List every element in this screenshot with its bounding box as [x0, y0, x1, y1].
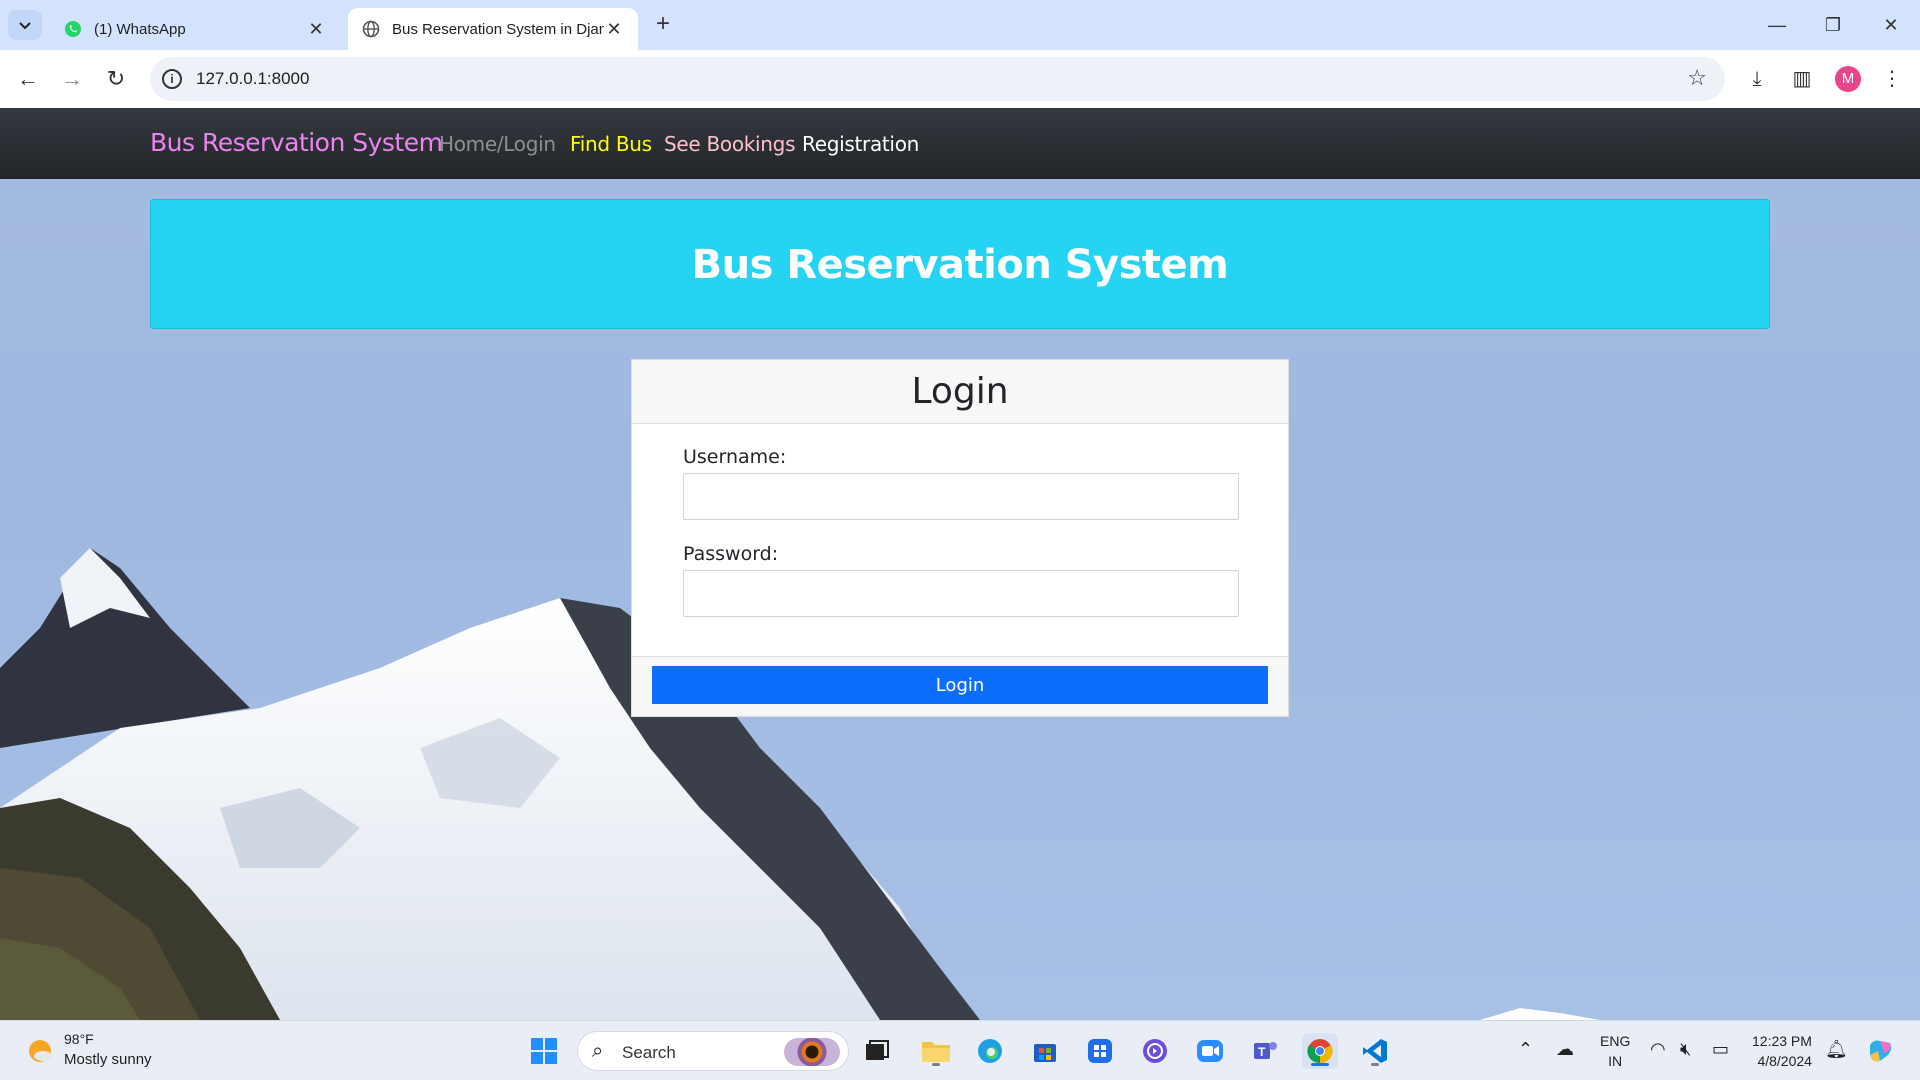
- close-icon[interactable]: ✕: [306, 19, 326, 39]
- login-button[interactable]: Login: [652, 666, 1268, 704]
- password-field[interactable]: [683, 570, 1239, 617]
- login-title: Login: [911, 371, 1009, 412]
- minimize-icon[interactable]: —: [1762, 12, 1792, 38]
- whatsapp-icon: [65, 21, 81, 37]
- copilot-icon[interactable]: [1862, 1033, 1898, 1069]
- nav-link-registration[interactable]: Registration: [802, 132, 919, 156]
- speaker-muted-icon[interactable]: 🔇︎: [1680, 1039, 1691, 1060]
- bookmark-star-icon[interactable]: ☆: [1687, 65, 1707, 91]
- tab-whatsapp[interactable]: (1) WhatsApp ✕: [50, 8, 340, 50]
- tab-search-button[interactable]: [8, 10, 42, 40]
- clock[interactable]: 12:23 PM 4/8/2024: [1752, 1031, 1812, 1071]
- task-view-icon[interactable]: [859, 1033, 895, 1069]
- sun-cloud-icon: [29, 1040, 52, 1062]
- windows-start-icon[interactable]: [526, 1033, 562, 1069]
- language-region: IN: [1608, 1053, 1623, 1069]
- search-highlight-icon: [784, 1038, 840, 1066]
- notification-bell-icon[interactable]: 🔔︎: [1825, 1039, 1848, 1060]
- tab-title: (1) WhatsApp: [94, 20, 186, 38]
- address-url[interactable]: 127.0.0.1:8000: [196, 69, 309, 89]
- navbar-brand[interactable]: Bus Reservation System: [150, 128, 443, 157]
- header-banner: Bus Reservation System: [150, 199, 1770, 329]
- app-icon-purple-circle[interactable]: [1137, 1033, 1173, 1069]
- weather-description[interactable]: Mostly sunny: [64, 1051, 152, 1068]
- wifi-icon[interactable]: ◠: [1650, 1039, 1666, 1060]
- nav-link-home-login[interactable]: Home/Login: [439, 132, 556, 156]
- close-window-icon[interactable]: ✕: [1876, 12, 1906, 38]
- page-title: Bus Reservation System: [691, 242, 1229, 288]
- username-label: Username:: [683, 446, 787, 468]
- app-icon-blue-square[interactable]: [1082, 1033, 1118, 1069]
- globe-icon: [362, 20, 380, 38]
- taskbar-search-placeholder: Search: [622, 1043, 676, 1062]
- windows-taskbar: 98°F Mostly sunny ⌕ Search T ⌃ ☁ ENG IN …: [0, 1020, 1920, 1080]
- edge-browser-icon[interactable]: [972, 1033, 1008, 1069]
- battery-icon[interactable]: ▭: [1712, 1039, 1729, 1060]
- svg-text:T: T: [1258, 1045, 1266, 1059]
- taskbar-search[interactable]: ⌕ Search: [577, 1031, 849, 1071]
- address-bar[interactable]: i 127.0.0.1:8000 ☆: [150, 57, 1725, 101]
- new-tab-button[interactable]: +: [650, 12, 676, 38]
- language-code: ENG: [1600, 1033, 1631, 1049]
- profile-avatar[interactable]: M: [1835, 66, 1861, 92]
- page-viewport: Bus Reservation System Home/Login Find B…: [0, 108, 1920, 1020]
- tab-bus-reservation[interactable]: Bus Reservation System in Djan ✕: [348, 8, 638, 50]
- chrome-icon[interactable]: [1302, 1033, 1338, 1069]
- chevron-down-icon: [19, 22, 31, 30]
- zoom-icon[interactable]: [1192, 1033, 1228, 1069]
- weather-temperature[interactable]: 98°F: [64, 1031, 94, 1047]
- forward-arrow-icon[interactable]: →: [58, 65, 86, 93]
- side-panel-icon[interactable]: ▥: [1787, 64, 1817, 94]
- site-info-icon[interactable]: i: [162, 69, 182, 89]
- teams-icon[interactable]: T: [1247, 1033, 1283, 1069]
- tab-title: Bus Reservation System in Djan: [392, 20, 604, 38]
- microsoft-store-icon[interactable]: [1027, 1033, 1063, 1069]
- clock-time: 12:23 PM: [1752, 1033, 1812, 1049]
- onedrive-cloud-icon[interactable]: ☁: [1556, 1039, 1574, 1060]
- more-menu-icon[interactable]: ⋮: [1877, 64, 1907, 94]
- browser-tab-strip: (1) WhatsApp ✕ Bus Reservation System in…: [0, 0, 1920, 50]
- close-icon[interactable]: ✕: [604, 19, 624, 39]
- clock-date: 4/8/2024: [1757, 1053, 1812, 1069]
- login-card: Login Username: Password: Login: [631, 359, 1289, 717]
- browser-toolbar: ← → ↻ i 127.0.0.1:8000 ☆ ⤓ ▥ M ⋮: [0, 50, 1920, 108]
- download-icon[interactable]: ⤓: [1742, 64, 1772, 94]
- search-icon: ⌕: [592, 1040, 604, 1062]
- login-card-footer: Login: [632, 656, 1288, 716]
- nav-link-see-bookings[interactable]: See Bookings: [664, 132, 795, 156]
- password-label: Password:: [683, 543, 779, 565]
- restore-icon[interactable]: ❐: [1818, 12, 1848, 38]
- vscode-icon[interactable]: [1357, 1033, 1393, 1069]
- back-arrow-icon[interactable]: ←: [14, 65, 42, 93]
- language-indicator[interactable]: ENG IN: [1600, 1031, 1630, 1071]
- reload-icon[interactable]: ↻: [102, 65, 130, 93]
- site-navbar: Bus Reservation System Home/Login Find B…: [0, 108, 1920, 179]
- file-explorer-icon[interactable]: [918, 1033, 954, 1069]
- username-field[interactable]: [683, 473, 1239, 520]
- login-card-header: Login: [632, 360, 1288, 424]
- nav-link-find-bus[interactable]: Find Bus: [570, 132, 652, 156]
- chevron-up-icon[interactable]: ⌃: [1518, 1039, 1533, 1060]
